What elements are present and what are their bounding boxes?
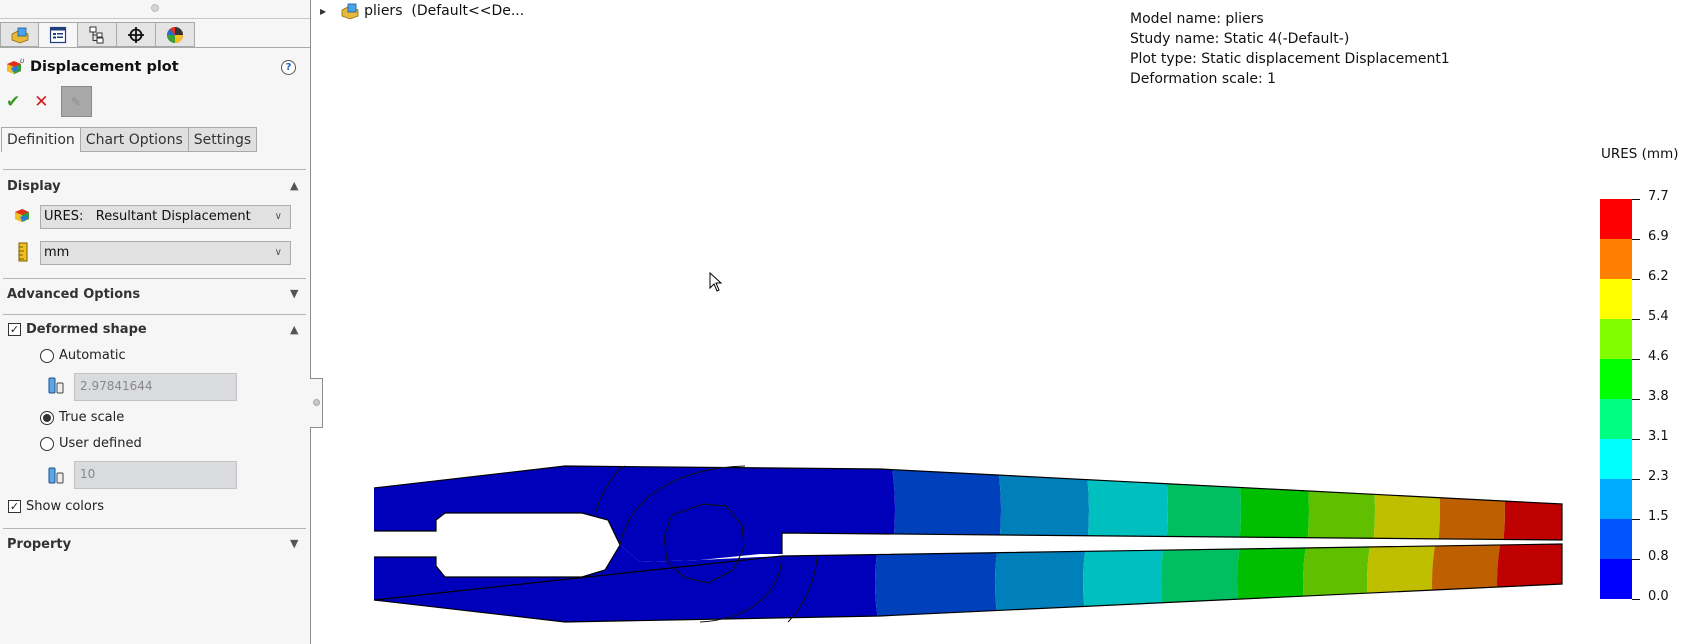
legend-tick-label: 4.6 [1648, 349, 1669, 364]
contour-band [1497, 544, 1562, 622]
legend-tick [1632, 399, 1640, 400]
contour-band [374, 466, 895, 562]
legend-color-band [1600, 239, 1632, 279]
contour-band [1083, 544, 1166, 622]
legend-color-band [1600, 519, 1632, 559]
pliers-model-viewport[interactable] [0, 0, 1684, 644]
legend-color-band [1600, 279, 1632, 319]
legend-tick [1632, 519, 1640, 520]
legend-tick-label: 6.9 [1648, 229, 1669, 244]
legend-tick [1632, 439, 1640, 440]
legend-tick [1632, 559, 1640, 560]
contour-band [1163, 466, 1241, 562]
contour-band [1303, 544, 1372, 622]
legend-color-band [1600, 399, 1632, 439]
legend-tick [1632, 279, 1640, 280]
legend-tick [1632, 319, 1640, 320]
contour-band [1432, 544, 1502, 622]
legend-tick [1632, 479, 1640, 480]
contour-band [890, 466, 1001, 562]
legend-tick-label: 2.3 [1648, 469, 1669, 484]
legend-color-band [1600, 319, 1632, 359]
mouse-cursor-icon [709, 272, 723, 292]
legend-color-band [1600, 439, 1632, 479]
legend-tick-label: 0.0 [1648, 589, 1669, 604]
legend-tick-label: 1.5 [1648, 509, 1669, 524]
legend-tick-label: 7.7 [1648, 189, 1669, 204]
legend-tick [1632, 359, 1640, 360]
legend-tick [1632, 239, 1640, 240]
legend-tick-label: 5.4 [1648, 309, 1669, 324]
contour-band [996, 466, 1089, 562]
legend-tick-label: 3.1 [1648, 429, 1669, 444]
color-legend-bar [1600, 199, 1632, 599]
legend-tick-label: 3.8 [1648, 389, 1669, 404]
legend-title: URES (mm) [1601, 146, 1679, 162]
legend-tick-label: 6.2 [1648, 269, 1669, 284]
legend-color-band [1600, 359, 1632, 399]
contour-band [995, 544, 1088, 622]
contour-band [1084, 466, 1168, 562]
contour-band [1367, 544, 1437, 622]
legend-color-band [1600, 559, 1632, 599]
legend-tick [1632, 599, 1640, 600]
contour-band [374, 544, 880, 622]
legend-tick-label: 0.8 [1648, 549, 1669, 564]
legend-color-band [1600, 199, 1632, 239]
legend-color-band [1600, 479, 1632, 519]
legend-tick [1632, 199, 1640, 200]
